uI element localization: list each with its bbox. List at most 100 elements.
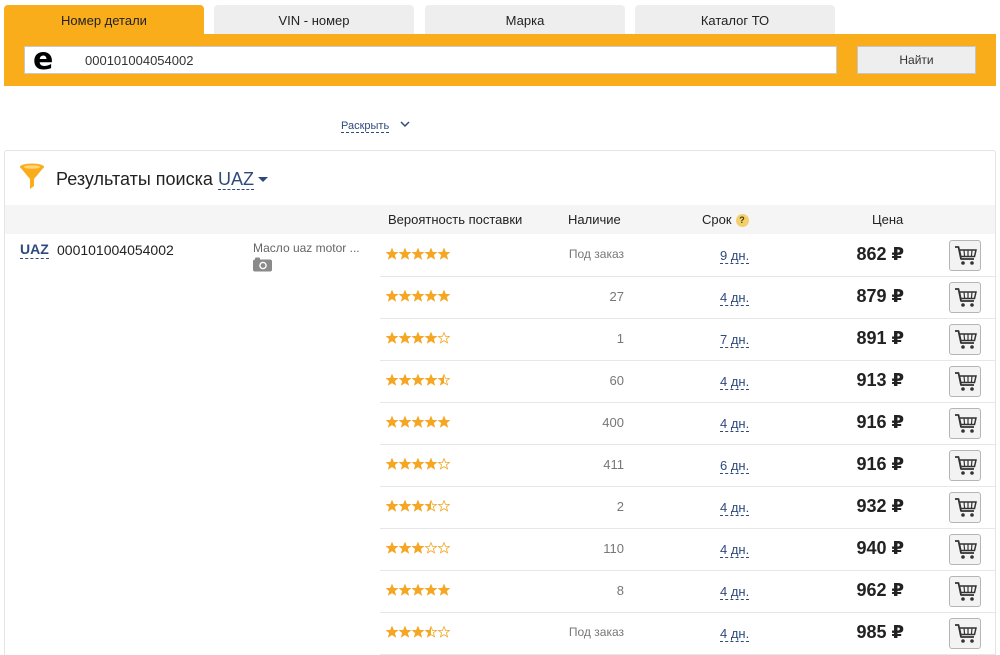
rating-stars (385, 625, 451, 638)
brand-filter-value: UAZ (218, 169, 254, 190)
availability: Под заказ (568, 247, 624, 261)
availability: 60 (609, 373, 624, 388)
add-to-cart-button[interactable] (949, 282, 981, 313)
help-icon[interactable]: ? (735, 214, 749, 227)
rating-stars (385, 415, 451, 428)
add-to-cart-button[interactable] (949, 492, 981, 523)
add-to-cart-button[interactable] (949, 618, 981, 649)
cart-icon (955, 498, 977, 517)
cart-icon (955, 540, 977, 559)
delivery-term-link[interactable]: 4 дн. (720, 500, 750, 516)
col-term: Срок? (702, 212, 749, 227)
results-panel: Результаты поиска UAZ Вероятность постав… (4, 150, 996, 655)
rating-stars (385, 457, 451, 470)
rating-stars (385, 373, 451, 386)
rating-stars (385, 541, 451, 554)
expand-label: Раскрыть (341, 120, 390, 133)
price: 916 ₽ (856, 412, 904, 432)
rating-stars (385, 583, 451, 596)
brand-filter-dropdown[interactable]: UAZ (218, 169, 268, 190)
price: 916 ₽ (856, 454, 904, 474)
delivery-term-link[interactable]: 4 дн. (720, 290, 750, 306)
availability: Под заказ (568, 625, 624, 639)
add-to-cart-button[interactable] (949, 450, 981, 481)
add-to-cart-button[interactable] (949, 324, 981, 355)
add-to-cart-button[interactable] (949, 240, 981, 271)
offers-list: Под заказ 9 дн. 862 ₽27 4 дн. 879 ₽1 7 дн. 891… (380, 235, 995, 655)
availability: 2 (616, 499, 624, 514)
filter-funnel-icon (19, 163, 45, 196)
offer-row: 400 4 дн. 916 ₽ (380, 403, 995, 445)
price: 879 ₽ (856, 286, 904, 306)
delivery-term-link[interactable]: 4 дн. (720, 374, 750, 390)
cart-icon (955, 330, 977, 349)
price: 940 ₽ (856, 538, 904, 558)
part-brand-link[interactable]: UAZ (20, 241, 49, 259)
delivery-term-link[interactable]: 4 дн. (720, 584, 750, 600)
col-price: Цена (872, 212, 904, 227)
availability: 27 (609, 289, 624, 304)
search-tabs: Номер детали VIN - номер Марка Каталог Т… (4, 5, 996, 35)
availability: 400 (602, 415, 624, 430)
price: 891 ₽ (856, 328, 904, 348)
part-description[interactable]: Масло uaz motor ... (253, 241, 360, 255)
offer-row: 60 4 дн. 913 ₽ (380, 361, 995, 403)
offer-row: 1 7 дн. 891 ₽ (380, 319, 995, 361)
delivery-term-link[interactable]: 9 дн. (720, 248, 750, 264)
col-term-label: Срок (702, 212, 732, 227)
offer-row: 8 4 дн. 962 ₽ (380, 571, 995, 613)
search-box: e (24, 43, 837, 77)
delivery-term-link[interactable]: 4 дн. (720, 626, 750, 642)
add-to-cart-button[interactable] (949, 366, 981, 397)
camera-icon[interactable] (253, 257, 272, 277)
cart-icon (955, 456, 977, 475)
cart-icon (955, 288, 977, 307)
part-number: 000101004054002 (57, 242, 174, 258)
rating-stars (385, 289, 451, 302)
offer-row: 110 4 дн. 940 ₽ (380, 529, 995, 571)
results-title: Результаты поиска (56, 169, 213, 189)
cart-icon (955, 582, 977, 601)
delivery-term-link[interactable]: 7 дн. (720, 332, 750, 348)
availability: 411 (603, 457, 624, 472)
offer-row: Под заказ 4 дн. 985 ₽ (380, 613, 995, 655)
price: 962 ₽ (856, 580, 904, 600)
rating-stars (385, 247, 451, 260)
cart-icon (955, 624, 977, 643)
col-probability: Вероятность поставки (388, 212, 523, 227)
availability: 110 (603, 541, 624, 556)
rating-stars (385, 331, 451, 344)
chevron-down-icon (400, 119, 410, 131)
add-to-cart-button[interactable] (949, 576, 981, 607)
delivery-term-link[interactable]: 6 дн. (720, 458, 750, 474)
availability: 8 (616, 583, 624, 598)
add-to-cart-button[interactable] (949, 408, 981, 439)
add-to-cart-button[interactable] (949, 534, 981, 565)
cart-icon (955, 372, 977, 391)
price: 985 ₽ (856, 622, 904, 642)
cart-icon (955, 414, 977, 433)
offer-row: Под заказ 9 дн. 862 ₽ (380, 235, 995, 277)
table-header: Вероятность поставки Наличие Срок? Цена (5, 205, 995, 234)
price: 932 ₽ (856, 496, 904, 516)
tab-vin[interactable]: VIN - номер (214, 5, 414, 35)
tab-brand[interactable]: Марка (425, 5, 625, 35)
cart-icon (955, 246, 977, 265)
col-availability: Наличие (568, 212, 621, 227)
caret-down-icon (258, 177, 268, 182)
delivery-term-link[interactable]: 4 дн. (720, 542, 750, 558)
search-input[interactable] (85, 47, 825, 73)
find-button[interactable]: Найти (857, 46, 976, 74)
delivery-term-link[interactable]: 4 дн. (720, 416, 750, 432)
tab-part-number[interactable]: Номер детали (4, 5, 204, 35)
offer-row: 27 4 дн. 879 ₽ (380, 277, 995, 319)
offer-row: 2 4 дн. 932 ₽ (380, 487, 995, 529)
tab-maintenance-catalog[interactable]: Каталог ТО (635, 5, 835, 35)
rating-stars (385, 499, 451, 512)
offer-row: 411 6 дн. 916 ₽ (380, 445, 995, 487)
search-bar: e Найти (4, 34, 996, 86)
expand-link[interactable]: Раскрыть (341, 119, 410, 133)
availability: 1 (616, 331, 624, 346)
price: 862 ₽ (856, 244, 904, 264)
price: 913 ₽ (856, 370, 904, 390)
